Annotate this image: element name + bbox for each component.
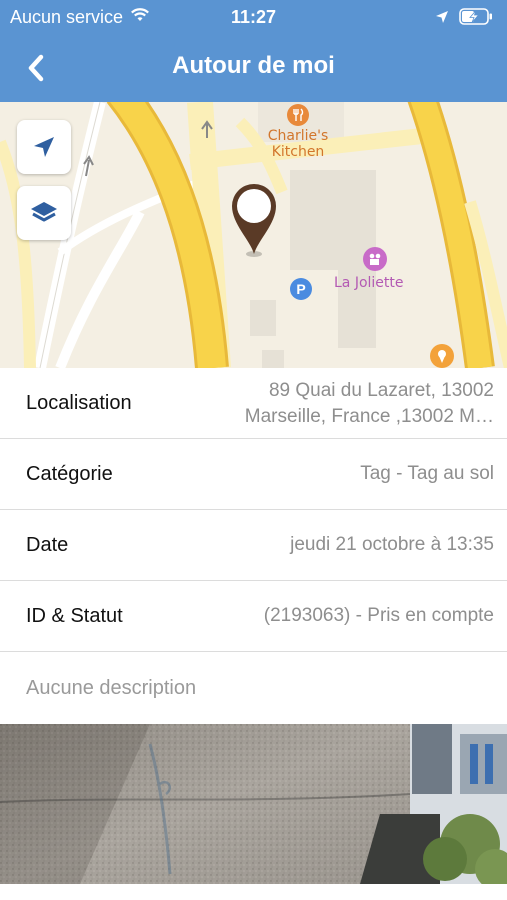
poi-label-restaurant: Charlie's Kitchen (267, 128, 329, 160)
row-value-categorie: Tag - Tag au sol (360, 463, 494, 484)
poi-label-cinema: La Joliette (334, 275, 404, 291)
battery-charging-icon (459, 8, 493, 30)
clock: 11:27 (230, 7, 277, 27)
status-right (435, 8, 493, 30)
map-view[interactable]: Charlie's Kitchen La Joliette P (0, 102, 507, 368)
cinema-icon[interactable] (363, 247, 387, 271)
nav-bar: Autour de moi (0, 34, 507, 102)
map-pin-icon[interactable] (228, 180, 280, 258)
address-line-1: 89 Quai du Lazaret, 13002 (268, 380, 494, 401)
layers-icon (31, 202, 57, 222)
row-value-localisation: 89 Quai du Lazaret, 13002 Marseille, Fra… (245, 378, 494, 430)
page-title: Autour de moi (172, 52, 335, 79)
row-id-statut: ID & Statut (2193063) - Pris en compte (0, 581, 507, 652)
row-localisation: Localisation 89 Quai du Lazaret, 13002 M… (0, 368, 507, 439)
row-value-id-statut: (2193063) - Pris en compte (263, 605, 494, 626)
map-layers-button[interactable] (17, 186, 71, 240)
report-photo[interactable] (0, 724, 507, 884)
address-line-2: Marseille, France ,13002 M… (244, 406, 494, 427)
description-placeholder: Aucune description (26, 677, 197, 699)
description-field: Aucune description (0, 652, 507, 727)
row-date: Date jeudi 21 octobre à 13:35 (0, 510, 507, 581)
location-services-icon (435, 10, 449, 29)
row-label-localisation: Localisation (26, 392, 132, 414)
restaurant-icon[interactable] (287, 104, 309, 126)
report-details: Localisation 89 Quai du Lazaret, 13002 M… (0, 368, 507, 727)
row-label-categorie: Catégorie (26, 463, 113, 485)
photo-image (0, 724, 507, 884)
status-bar: Aucun service 11:27 (0, 0, 507, 34)
parking-icon[interactable]: P (290, 278, 312, 300)
ice-cream-icon[interactable] (430, 344, 454, 368)
location-arrow-icon (34, 137, 54, 157)
row-value-date: jeudi 21 octobre à 13:35 (290, 534, 494, 555)
row-label-id-statut: ID & Statut (26, 605, 123, 627)
recenter-location-button[interactable] (17, 120, 71, 174)
row-categorie: Catégorie Tag - Tag au sol (0, 439, 507, 510)
row-label-date: Date (26, 534, 69, 556)
